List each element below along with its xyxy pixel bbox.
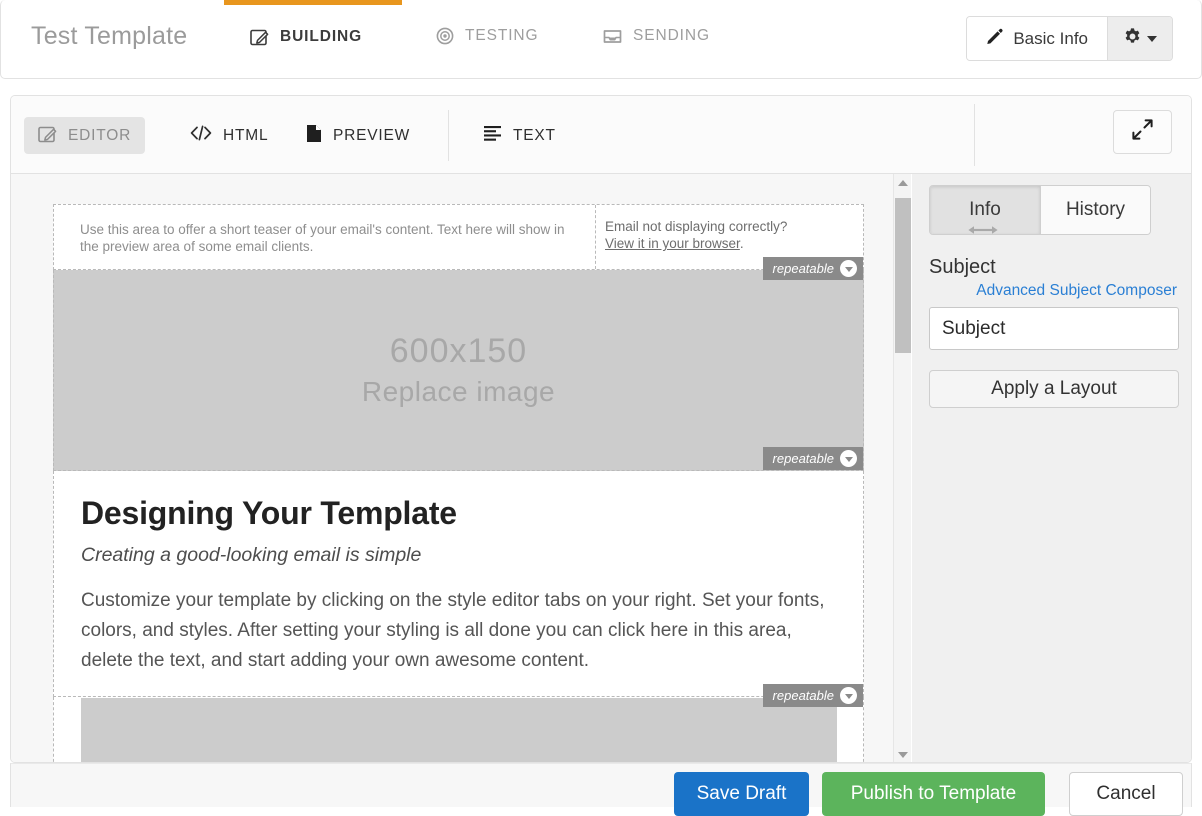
chevron-down-circle-icon (840, 450, 857, 467)
mode-tab-testing-label: TESTING (465, 27, 539, 44)
mode-tab-sending-label: SENDING (633, 27, 710, 44)
header-button-group: Basic Info (966, 16, 1173, 61)
toolbar-divider (448, 110, 449, 161)
triangle-up-icon (898, 180, 908, 186)
preheader-teaser-text: Use this area to offer a short teaser of… (80, 222, 565, 254)
view-tab-text[interactable]: TEXT (469, 117, 570, 154)
page-title: Test Template (31, 22, 188, 50)
email-canvas: Use this area to offer a short teaser of… (11, 174, 911, 762)
editor-toolbar: EDITOR HTML PREVIEW TEXT (11, 96, 1191, 174)
view-tab-text-label: TEXT (513, 126, 556, 144)
document-icon (306, 124, 322, 148)
repeatable-badge-label: repeatable (772, 451, 834, 466)
inbox-icon (603, 28, 622, 45)
pencil-square-icon (38, 124, 57, 148)
active-tab-indicator (224, 0, 402, 5)
save-draft-button[interactable]: Save Draft (674, 772, 809, 816)
target-icon (436, 27, 454, 45)
apply-layout-button[interactable]: Apply a Layout (929, 370, 1179, 408)
cancel-button[interactable]: Cancel (1069, 772, 1183, 816)
chevron-down-icon (1147, 35, 1157, 42)
preheader-teaser-cell[interactable]: Use this area to offer a short teaser of… (54, 205, 596, 269)
view-tab-preview[interactable]: PREVIEW (292, 117, 424, 154)
repeatable-badge-preheader[interactable]: repeatable (762, 257, 863, 280)
advanced-subject-composer-link[interactable]: Advanced Subject Composer (976, 282, 1177, 300)
repeatable-badge-label: repeatable (772, 688, 834, 703)
bottom-image-placeholder (81, 698, 837, 762)
info-sidebar: Info History Subject Advanced Subject Co… (912, 174, 1191, 762)
expand-editor-button[interactable] (1113, 110, 1172, 154)
code-icon (190, 125, 212, 146)
body-content-block[interactable]: Designing Your Template Creating a good-… (53, 471, 864, 707)
view-tab-editor-label: EDITOR (68, 126, 132, 144)
repeatable-badge-body[interactable]: repeatable (762, 684, 863, 707)
mode-tab-building[interactable]: BUILDING (250, 27, 362, 46)
chevron-down-circle-icon (840, 687, 857, 704)
hero-image-replace-label: Replace image (361, 376, 556, 407)
preheader-block[interactable]: Use this area to offer a short teaser of… (53, 204, 864, 280)
toolbar-divider-right (974, 104, 975, 166)
repeatable-badge-hero[interactable]: repeatable (762, 447, 863, 470)
email-document: Use this area to offer a short teaser of… (53, 204, 864, 762)
subject-label: Subject (929, 256, 996, 278)
basic-info-button[interactable]: Basic Info (967, 17, 1107, 60)
settings-dropdown-button[interactable] (1107, 17, 1172, 60)
sidebar-tab-group: Info History (929, 185, 1151, 235)
text-lines-icon (483, 125, 502, 146)
scroll-up-button[interactable] (894, 174, 912, 192)
repeatable-badge-label: repeatable (772, 261, 834, 276)
mode-tab-sending[interactable]: SENDING (603, 27, 710, 45)
panel-resize-handle[interactable] (964, 222, 1002, 242)
pencil-icon (986, 28, 1003, 50)
editor-panel: EDITOR HTML PREVIEW TEXT Use this area t… (10, 95, 1192, 763)
mode-tab-testing[interactable]: TESTING (436, 27, 538, 45)
browser-link-suffix: . (739, 236, 744, 251)
gear-icon (1123, 27, 1142, 51)
horizontal-resize-icon (966, 223, 1000, 242)
expand-diagonal-icon (1132, 119, 1153, 145)
scroll-down-button[interactable] (894, 746, 912, 762)
not-displaying-text: Email not displaying correctly? (605, 219, 788, 234)
preheader-browser-cell[interactable]: Email not displaying correctly? View it … (596, 205, 863, 280)
view-tab-html[interactable]: HTML (176, 117, 282, 154)
hero-image-block[interactable]: 600x150 Replace image repeatable (53, 270, 864, 471)
mode-tab-building-label: BUILDING (280, 27, 363, 45)
publish-to-template-button[interactable]: Publish to Template (822, 772, 1045, 816)
bottom-image-block[interactable] (53, 697, 864, 762)
view-tab-editor[interactable]: EDITOR (24, 117, 146, 154)
hero-image-size-label: 600x150 (389, 332, 528, 370)
view-tab-preview-label: PREVIEW (333, 126, 411, 144)
view-tab-html-label: HTML (223, 126, 269, 144)
email-subheading: Creating a good-looking email is simple (81, 544, 422, 566)
pencil-square-icon (250, 27, 269, 46)
app-header: Test Template BUILDING TESTING SENDING B… (0, 0, 1202, 79)
tab-history[interactable]: History (1040, 186, 1150, 234)
view-in-browser-link[interactable]: View it in your browser (605, 236, 740, 251)
basic-info-label: Basic Info (1013, 28, 1088, 48)
scrollbar-thumb[interactable] (895, 198, 911, 353)
triangle-down-icon (898, 752, 908, 758)
subject-input[interactable] (929, 307, 1179, 350)
chevron-down-circle-icon (840, 260, 857, 277)
action-bar: Save Draft Publish to Template Cancel (10, 763, 1192, 816)
canvas-scrollbar[interactable] (893, 174, 912, 762)
email-body-text: Customize your template by clicking on t… (81, 590, 825, 671)
email-heading: Designing Your Template (81, 495, 457, 531)
